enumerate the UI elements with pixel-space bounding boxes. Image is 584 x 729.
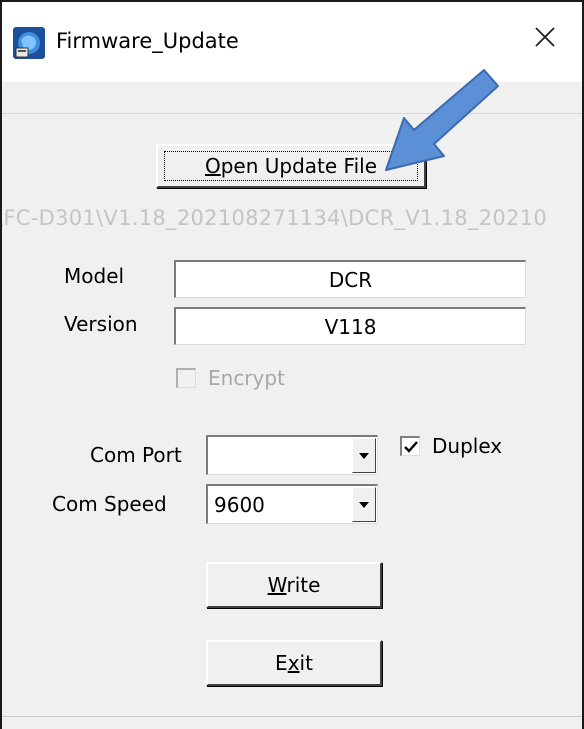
close-button[interactable]: [528, 20, 562, 54]
com-port-dropdown-button[interactable]: [352, 438, 376, 473]
close-icon: [535, 27, 555, 47]
version-label: Version: [64, 312, 138, 336]
bottom-divider: [2, 716, 582, 717]
duplex-checkbox[interactable]: [400, 436, 420, 456]
encrypt-checkbox[interactable]: [176, 368, 196, 388]
exit-button[interactable]: Exit: [206, 640, 382, 686]
com-speed-label: Com Speed: [52, 492, 167, 516]
com-port-select[interactable]: [206, 435, 378, 475]
write-button[interactable]: Write: [206, 562, 382, 608]
version-field[interactable]: V118: [174, 307, 526, 345]
com-speed-dropdown-button[interactable]: [352, 487, 376, 522]
checkmark-icon: [403, 440, 418, 453]
com-port-label: Com Port: [90, 443, 182, 467]
com-speed-select[interactable]: 9600: [206, 484, 378, 524]
model-label: Model: [64, 264, 125, 288]
exit-label: Exit: [275, 651, 313, 675]
duplex-label: Duplex: [432, 434, 503, 458]
chevron-down-icon: [359, 452, 369, 459]
com-speed-value: 9600: [214, 492, 265, 517]
chevron-down-icon: [359, 501, 369, 508]
encrypt-label: Encrypt: [208, 366, 285, 390]
model-field[interactable]: DCR: [174, 260, 526, 298]
write-label: Write: [267, 573, 321, 597]
window-title: Firmware_Update: [56, 29, 239, 53]
file-path-display: \FC-D301\V1.18_202108271134\DCR_V1.18_20…: [2, 206, 548, 230]
open-update-file-label: Open Update File: [204, 154, 378, 178]
firmware-app-icon: [13, 27, 45, 59]
arrow-pointer-icon: [385, 69, 499, 171]
